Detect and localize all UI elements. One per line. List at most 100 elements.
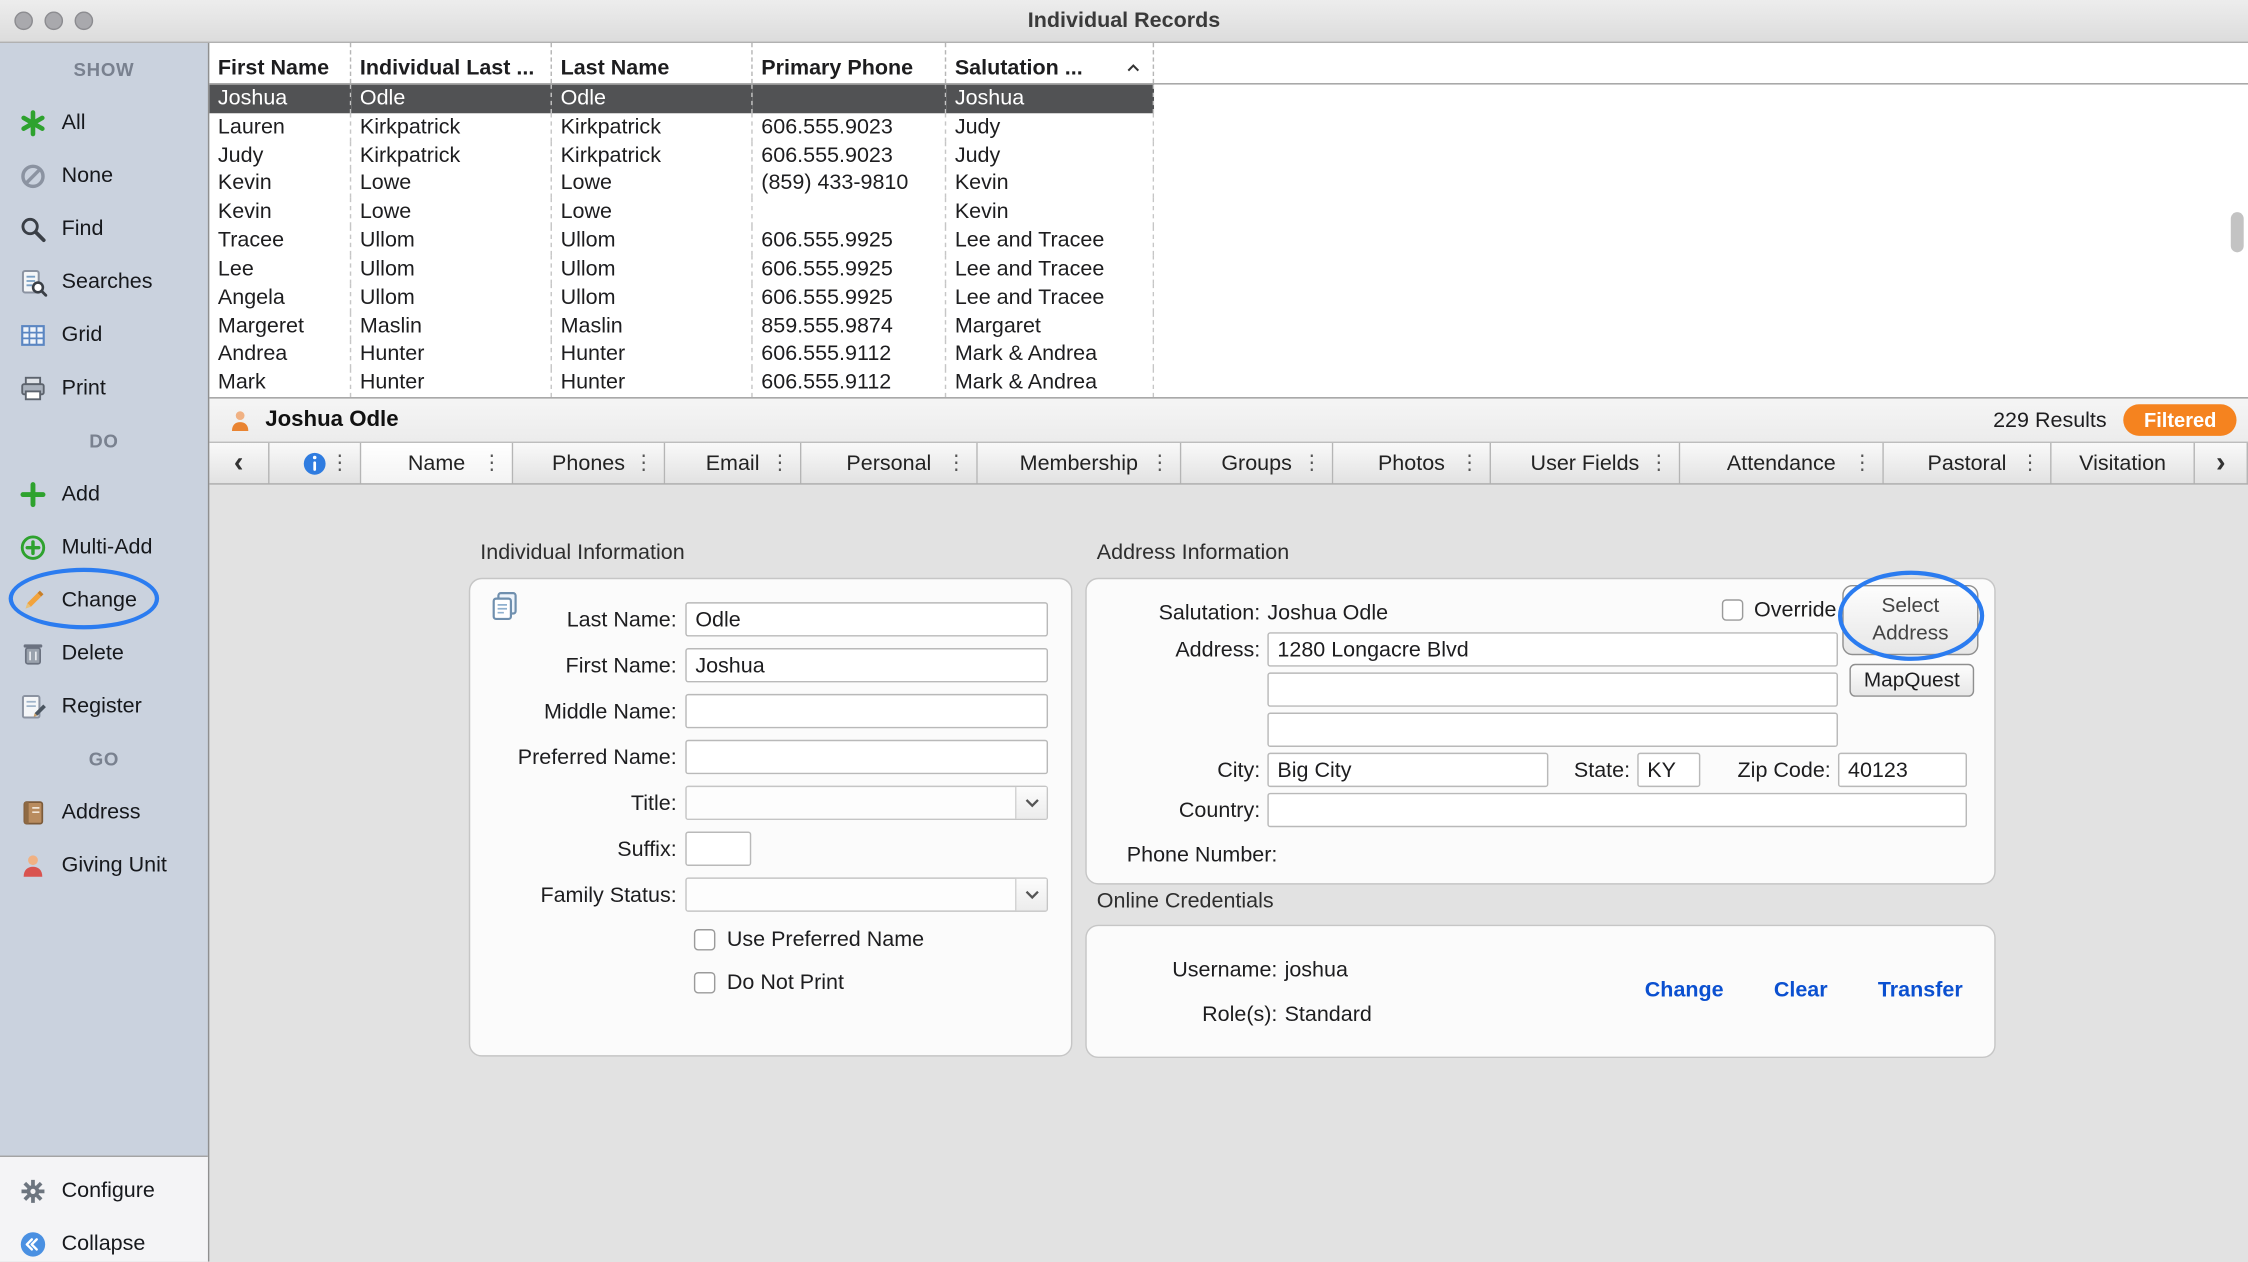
override-checkbox[interactable] [1723, 599, 1745, 621]
table-row[interactable]: LaurenKirkpatrickKirkpatrick606.555.9023… [209, 113, 2248, 141]
tab-menu-dots[interactable]: ⋮ [2020, 452, 2040, 475]
tab-menu-dots[interactable]: ⋮ [634, 452, 654, 475]
transfer-link[interactable]: Transfer [1878, 978, 1963, 1002]
family-status-label: Family Status: [470, 882, 685, 906]
sidebar-item-change[interactable]: Change [0, 573, 208, 626]
sidebar-item-searches[interactable]: Searches [0, 255, 208, 308]
use-preferred-name-checkbox[interactable] [694, 928, 716, 950]
address-line3-input[interactable] [1267, 713, 1838, 747]
close-button[interactable] [14, 11, 33, 30]
sidebar-item-all[interactable]: All [0, 96, 208, 149]
sidebar-item-label: Giving Unit [62, 853, 167, 877]
tab-menu-dots[interactable]: ⋮ [1852, 452, 1872, 475]
table-cell: 859.555.9874 [753, 312, 947, 340]
tab-menu-dots[interactable]: ⋮ [1302, 452, 1322, 475]
table-row[interactable]: KevinLoweLoweKevin [209, 198, 2248, 226]
sidebar-item-multi-add[interactable]: Multi-Add [0, 520, 208, 573]
address-book-icon [19, 798, 48, 827]
table-row[interactable]: MarkHunterHunter606.555.9112Mark & Andre… [209, 369, 2248, 397]
tab-visitation[interactable]: Visitation [2052, 443, 2195, 483]
table-cell: Margeret [209, 312, 351, 340]
zip-code-input[interactable] [1838, 753, 1967, 787]
tab-menu-dots[interactable]: ⋮ [1649, 452, 1669, 475]
preferred-name-input[interactable] [685, 740, 1048, 774]
tab-menu-dots[interactable]: ⋮ [770, 452, 790, 475]
tab-menu-dots[interactable]: ⋮ [1459, 452, 1479, 475]
zoom-button[interactable] [75, 11, 94, 30]
tab-email[interactable]: Email⋮ [665, 443, 801, 483]
tab-info[interactable]: ⋮ [270, 443, 362, 483]
state-input[interactable] [1637, 753, 1700, 787]
sidebar-item-grid[interactable]: Grid [0, 308, 208, 361]
column-header-last-name[interactable]: Last Name [552, 43, 753, 83]
sidebar-item-collapse[interactable]: Collapse [0, 1217, 208, 1261]
do-not-print-checkbox[interactable] [694, 971, 716, 993]
tab-photos[interactable]: Photos⋮ [1333, 443, 1491, 483]
sidebar-item-giving-unit[interactable]: Giving Unit [0, 839, 208, 892]
table-cell: 606.555.9023 [753, 113, 947, 141]
tab-groups[interactable]: Groups⋮ [1181, 443, 1333, 483]
tab-menu-dots[interactable]: ⋮ [330, 452, 350, 475]
last-name-input[interactable] [685, 602, 1048, 636]
table-row[interactable]: TraceeUllomUllom606.555.9925Lee and Trac… [209, 227, 2248, 255]
column-header-primary-phone[interactable]: Primary Phone [753, 43, 947, 83]
tab-attendance[interactable]: Attendance⋮ [1680, 443, 1884, 483]
address-line1-input[interactable] [1267, 632, 1838, 666]
tab-menu-dots[interactable]: ⋮ [1150, 452, 1170, 475]
title-select[interactable] [685, 786, 1048, 820]
table-row[interactable]: MargeretMaslinMaslin859.555.9874Margaret [209, 312, 2248, 340]
tab-name[interactable]: Name⋮ [361, 443, 513, 483]
tab-user-fields[interactable]: User Fields⋮ [1491, 443, 1680, 483]
minimize-button[interactable] [44, 11, 63, 30]
city-input[interactable] [1267, 753, 1548, 787]
table-row[interactable]: JudyKirkpatrickKirkpatrick606.555.9023Ju… [209, 141, 2248, 169]
table-row[interactable]: LeeUllomUllom606.555.9925Lee and Tracee [209, 255, 2248, 283]
info-icon [301, 449, 328, 476]
column-header-first-name[interactable]: First Name [209, 43, 351, 83]
table-cell: Mark & Andrea [946, 340, 1154, 368]
tab-pastoral[interactable]: Pastoral⋮ [1884, 443, 2052, 483]
plus-icon [19, 480, 48, 509]
filtered-badge[interactable]: Filtered [2124, 404, 2237, 436]
column-header-individual-last[interactable]: Individual Last ... [351, 43, 552, 83]
title-label: Title: [470, 791, 685, 815]
table-scrollbar[interactable] [2231, 212, 2244, 252]
table-cell: Odle [351, 85, 552, 113]
tab-membership[interactable]: Membership⋮ [978, 443, 1182, 483]
sidebar-item-none[interactable]: None [0, 149, 208, 202]
address-line2-input[interactable] [1267, 672, 1838, 706]
sidebar-item-configure[interactable]: Configure [0, 1164, 208, 1217]
tabs-scroll-left-button[interactable]: ‹ [209, 443, 269, 483]
tab-menu-dots[interactable]: ⋮ [482, 452, 502, 475]
suffix-input[interactable] [685, 832, 751, 866]
country-input[interactable] [1267, 793, 1967, 827]
table-cell: Hunter [552, 369, 753, 397]
column-header-salutation[interactable]: Salutation ... [946, 43, 1154, 83]
sidebar-item-register[interactable]: Register [0, 680, 208, 733]
table-cell: 606.555.9925 [753, 255, 947, 283]
sidebar-item-print[interactable]: Print [0, 361, 208, 414]
table-row[interactable]: AngelaUllomUllom606.555.9925Lee and Trac… [209, 283, 2248, 311]
tabs-scroll-right-button[interactable]: › [2195, 443, 2248, 483]
table-row[interactable]: AndreaHunterHunter606.555.9112Mark & And… [209, 340, 2248, 368]
tab-menu-dots[interactable]: ⋮ [946, 452, 966, 475]
sidebar-item-add[interactable]: Add [0, 467, 208, 520]
first-name-input[interactable] [685, 648, 1048, 682]
table-cell: Lee and Tracee [946, 255, 1154, 283]
sidebar-item-address[interactable]: Address [0, 786, 208, 839]
clear-link[interactable]: Clear [1774, 978, 1828, 1002]
tab-phones[interactable]: Phones⋮ [513, 443, 665, 483]
tab-personal[interactable]: Personal⋮ [801, 443, 977, 483]
sidebar-item-label: Change [62, 588, 137, 612]
table-cell: Tracee [209, 227, 351, 255]
table-row[interactable]: JoshuaOdleOdleJoshua [209, 85, 2248, 113]
family-status-select[interactable] [685, 877, 1048, 911]
searches-icon [19, 267, 48, 296]
sidebar-item-delete[interactable]: Delete [0, 627, 208, 680]
sort-ascending-icon [1125, 62, 1144, 72]
sidebar-item-label: Print [62, 376, 106, 400]
table-row[interactable]: KevinLoweLowe(859) 433-9810Kevin [209, 170, 2248, 198]
middle-name-input[interactable] [685, 694, 1048, 728]
change-link[interactable]: Change [1645, 978, 1724, 1002]
sidebar-item-find[interactable]: Find [0, 202, 208, 255]
